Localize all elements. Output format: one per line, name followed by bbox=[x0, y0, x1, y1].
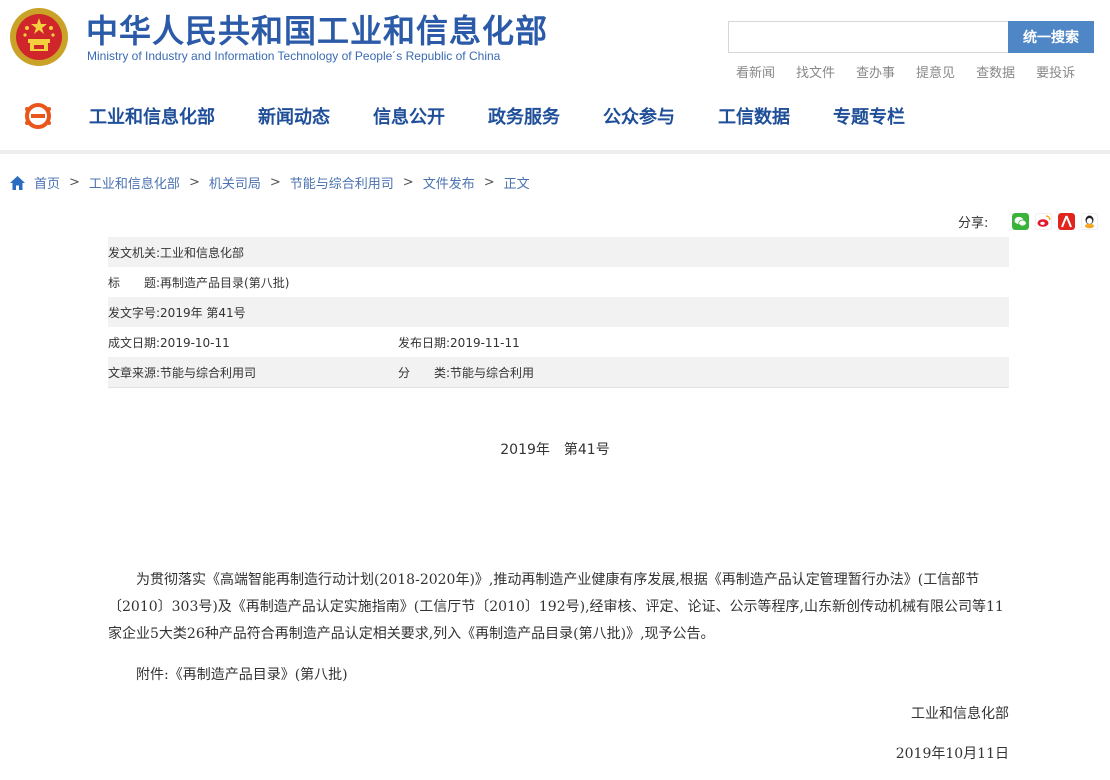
site-subtitle: Ministry of Industry and Information Tec… bbox=[87, 49, 501, 63]
main-nav: 工业和信息化部 新闻动态 信息公开 政务服务 公众参与 工信数据 专题专栏 bbox=[89, 103, 948, 129]
signature-organization: 工业和信息化部 bbox=[911, 706, 1009, 722]
breadcrumb-departments[interactable]: 机关司局 bbox=[209, 173, 261, 192]
nav-item-news[interactable]: 新闻动态 bbox=[258, 103, 330, 129]
body-paragraph: 为贯彻落实《高端智能再制造行动计划(2018-2020年)》,推动再制造产业健康… bbox=[108, 572, 1004, 642]
breadcrumb-file-release[interactable]: 文件发布 bbox=[423, 173, 475, 192]
share-label: 分享: bbox=[958, 216, 989, 231]
quick-link-data[interactable]: 查数据 bbox=[976, 62, 1015, 81]
meta-published-value: 2019-11-11 bbox=[450, 335, 520, 350]
meta-source: 文章来源:节能与综合利用司 bbox=[108, 364, 398, 381]
nav-item-public-participation[interactable]: 公众参与 bbox=[603, 103, 675, 129]
meta-row-source: 文章来源:节能与综合利用司 分 类:节能与综合利用 bbox=[108, 357, 1009, 388]
breadcrumb-separator: > bbox=[269, 175, 281, 190]
nav-divider bbox=[0, 150, 1110, 154]
site-title[interactable]: 中华人民共和国工业和信息化部 bbox=[86, 6, 548, 52]
breadcrumb: 首页 > 工业和信息化部 > 机关司局 > 节能与综合利用司 > 文件发布 > … bbox=[10, 173, 530, 192]
meta-published-date: 发布日期:2019-11-11 bbox=[398, 334, 520, 351]
document-meta-table: 发文机关: 工业和信息化部 标 题: 再制造产品目录(第八批) 发文字号: 20… bbox=[108, 237, 1009, 388]
breadcrumb-separator: > bbox=[402, 175, 414, 190]
quick-link-feedback[interactable]: 提意见 bbox=[916, 62, 955, 81]
nav-item-data[interactable]: 工信数据 bbox=[718, 103, 790, 129]
meta-doc-number-label: 发文字号: bbox=[108, 305, 161, 320]
breadcrumb-separator: > bbox=[483, 175, 495, 190]
meta-title-label: 标 题: bbox=[108, 275, 161, 290]
meta-row-title: 标 题: 再制造产品目录(第八批) bbox=[108, 267, 1009, 297]
renren-icon[interactable] bbox=[1058, 213, 1076, 230]
meta-row-dates: 成文日期:2019-10-11 发布日期:2019-11-11 bbox=[108, 327, 1009, 357]
signature-date: 2019年10月11日 bbox=[895, 746, 1009, 762]
home-icon[interactable] bbox=[10, 175, 25, 190]
miit-logo-icon[interactable] bbox=[22, 101, 54, 131]
meta-category: 分 类:节能与综合利用 bbox=[398, 364, 534, 381]
nav-item-info-disclosure[interactable]: 信息公开 bbox=[373, 103, 445, 129]
document-number: 2019年 第41号 bbox=[500, 442, 610, 458]
meta-row-issuer: 发文机关: 工业和信息化部 bbox=[108, 237, 1009, 267]
meta-source-label: 文章来源: bbox=[108, 365, 161, 380]
quick-link-files[interactable]: 找文件 bbox=[796, 62, 835, 81]
meta-source-value: 节能与综合利用司 bbox=[160, 365, 257, 380]
search-input[interactable] bbox=[728, 21, 1008, 53]
meta-row-doc-number: 发文字号: 2019年 第41号 bbox=[108, 297, 1009, 327]
meta-published-label: 发布日期: bbox=[398, 335, 451, 350]
qzone-icon[interactable] bbox=[1081, 213, 1099, 230]
nav-item-miit[interactable]: 工业和信息化部 bbox=[89, 103, 215, 129]
meta-issuer-value: 工业和信息化部 bbox=[160, 245, 245, 260]
share-bar: 分享: bbox=[958, 212, 1099, 231]
quick-links: 看新闻 找文件 查办事 提意见 查数据 要投诉 bbox=[736, 62, 1075, 81]
breadcrumb-current[interactable]: 正文 bbox=[504, 173, 530, 192]
quick-link-services[interactable]: 查办事 bbox=[856, 62, 895, 81]
breadcrumb-home[interactable]: 首页 bbox=[34, 173, 60, 192]
meta-doc-number-value: 2019年 第41号 bbox=[160, 305, 246, 320]
weibo-icon[interactable] bbox=[1035, 213, 1053, 230]
meta-title-value: 再制造产品目录(第八批) bbox=[160, 275, 290, 290]
national-emblem-logo bbox=[10, 8, 68, 66]
nav-item-gov-services[interactable]: 政务服务 bbox=[488, 103, 560, 129]
search-button[interactable]: 统一搜索 bbox=[1008, 21, 1094, 53]
wechat-icon[interactable] bbox=[1012, 213, 1030, 230]
meta-issuer-label: 发文机关: bbox=[108, 245, 161, 260]
breadcrumb-separator: > bbox=[69, 175, 80, 190]
breadcrumb-miit[interactable]: 工业和信息化部 bbox=[89, 173, 180, 192]
quick-link-complaint[interactable]: 要投诉 bbox=[1036, 62, 1075, 81]
attachment-line[interactable]: 附件:《再制造产品目录》(第八批) bbox=[108, 662, 1010, 689]
meta-category-value: 节能与综合利用 bbox=[450, 365, 535, 380]
meta-created-date: 成文日期:2019-10-11 bbox=[108, 334, 398, 351]
breadcrumb-energy-dept[interactable]: 节能与综合利用司 bbox=[290, 173, 394, 192]
meta-category-label: 分 类: bbox=[398, 365, 451, 380]
meta-created-label: 成文日期: bbox=[108, 335, 161, 350]
breadcrumb-separator: > bbox=[188, 175, 200, 190]
nav-item-special-topics[interactable]: 专题专栏 bbox=[833, 103, 905, 129]
quick-link-news[interactable]: 看新闻 bbox=[736, 62, 775, 81]
meta-created-value: 2019-10-11 bbox=[160, 335, 230, 350]
